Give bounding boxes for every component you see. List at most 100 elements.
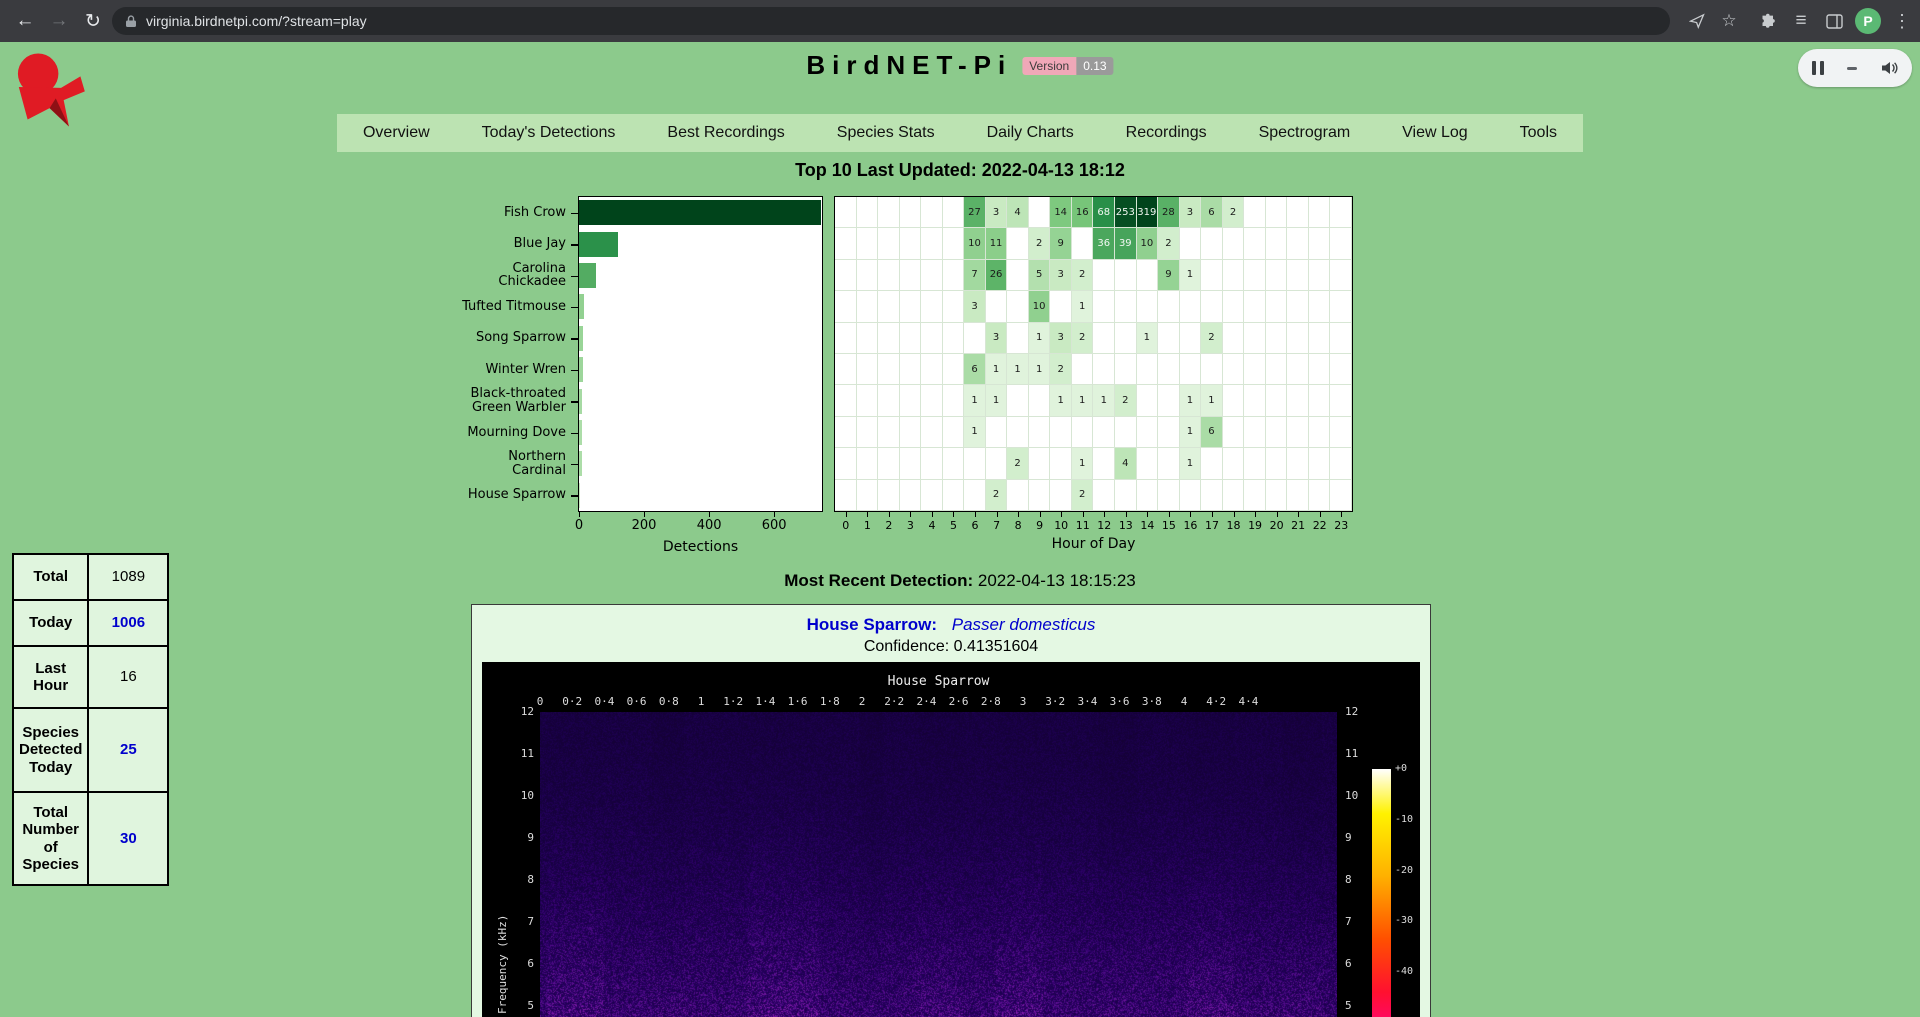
heatmap-cell	[1072, 228, 1094, 259]
extensions-icon[interactable]	[1756, 9, 1780, 33]
heatmap-cell	[900, 480, 922, 511]
spectrogram-freq-tick-right: 5	[1345, 999, 1352, 1012]
bar-tufted-titmouse	[579, 294, 584, 319]
volume-icon[interactable]	[1880, 60, 1898, 76]
nav-item-species-stats[interactable]: Species Stats	[831, 124, 941, 142]
heatmap-cell: 10	[1029, 291, 1051, 322]
nav-item-daily-charts[interactable]: Daily Charts	[981, 124, 1080, 142]
nav-item-overview[interactable]: Overview	[357, 124, 436, 142]
heatmap-cell	[1330, 354, 1352, 385]
hour-tick-mark	[1169, 512, 1170, 517]
species-label: House Sparrow	[340, 488, 566, 502]
heatmap-cell	[921, 448, 943, 479]
heatmap-cell	[1115, 417, 1137, 448]
nav-item-spectrogram[interactable]: Spectrogram	[1253, 124, 1357, 142]
heatmap-cell	[1266, 448, 1288, 479]
hour-tick-mark	[1147, 512, 1148, 517]
audio-player[interactable]	[1798, 49, 1912, 87]
stats-value[interactable]: 30	[88, 792, 168, 885]
spectrogram-freq-tick-left: 12	[490, 705, 534, 718]
heatmap-cell: 2	[1007, 448, 1029, 479]
y-tick-mark	[571, 307, 578, 309]
heatmap-cell	[835, 197, 857, 228]
heatmap-cell	[1287, 197, 1309, 228]
hour-axis-label: Hour of Day	[834, 536, 1353, 552]
heatmap-cell	[1244, 385, 1266, 416]
side-panel-icon[interactable]	[1822, 9, 1846, 33]
hour-tick-mark	[1126, 512, 1127, 517]
pause-icon[interactable]	[1812, 61, 1824, 75]
stats-label: Species Detected Today	[13, 708, 88, 792]
heatmap-cell	[1115, 480, 1137, 511]
heatmap-cell	[1309, 291, 1331, 322]
hour-tick-label: 0	[842, 519, 849, 532]
hour-tick-mark	[1234, 512, 1235, 517]
species-scientific-name-link[interactable]: Passer domesticus	[952, 615, 1096, 634]
hour-tick-mark	[932, 512, 933, 517]
heatmap-cell: 28	[1158, 197, 1180, 228]
hour-tick-label: 5	[950, 519, 957, 532]
menu-dots-icon[interactable]: ⋮	[1890, 9, 1914, 33]
heatmap-cell	[835, 385, 857, 416]
bookmark-star-icon[interactable]: ☆	[1717, 9, 1741, 33]
reload-icon[interactable]: ↻	[78, 6, 108, 36]
heatmap-cell	[1180, 228, 1202, 259]
spectrogram-time-tick: 3·8	[1142, 695, 1162, 708]
nav-item-today-s-detections[interactable]: Today's Detections	[476, 124, 622, 142]
recent-value: 2022-04-13 18:15:23	[978, 571, 1136, 590]
colorbar-label: -40	[1395, 966, 1413, 977]
hour-tick-label: 14	[1140, 519, 1154, 532]
heatmap-cell	[1158, 354, 1180, 385]
spectrogram-canvas	[540, 712, 1337, 1017]
hour-tick-mark	[889, 512, 890, 517]
hour-tick-label: 8	[1015, 519, 1022, 532]
heatmap-cell	[1266, 228, 1288, 259]
stats-value: 16	[88, 646, 168, 708]
back-icon[interactable]: ←	[10, 6, 40, 36]
hour-tick-label: 10	[1054, 519, 1068, 532]
bar-winter-wren	[579, 357, 583, 382]
heatmap-cell	[1029, 448, 1051, 479]
nav-item-tools[interactable]: Tools	[1514, 124, 1563, 142]
heatmap-cell	[1309, 417, 1331, 448]
reading-list-icon[interactable]: ≡	[1789, 9, 1813, 33]
bar-blue-jay	[579, 232, 618, 257]
nav-item-view-log[interactable]: View Log	[1396, 124, 1474, 142]
heatmap-cell	[835, 323, 857, 354]
seek-dash-icon[interactable]	[1847, 67, 1857, 70]
spectrogram-time-tick: 1·8	[820, 695, 840, 708]
heatmap-cell	[964, 323, 986, 354]
bar-house-sparrow	[579, 483, 580, 508]
heatmap-cell	[943, 260, 965, 291]
stats-value[interactable]: 1006	[88, 600, 168, 646]
nav-item-best-recordings[interactable]: Best Recordings	[661, 124, 790, 142]
heatmap-cell	[1180, 291, 1202, 322]
address-bar[interactable]: virginia.birdnetpi.com/?stream=play	[112, 7, 1670, 35]
stats-value[interactable]: 25	[88, 708, 168, 792]
heatmap-cell	[1287, 354, 1309, 385]
heatmap-cell	[900, 417, 922, 448]
spectrogram-time-tick: 1·6	[788, 695, 808, 708]
x-tick-mark	[644, 512, 645, 517]
heatmap-cell	[857, 228, 879, 259]
nav-item-recordings[interactable]: Recordings	[1120, 124, 1213, 142]
heatmap-cell: 4	[1007, 197, 1029, 228]
send-icon[interactable]	[1685, 9, 1709, 33]
heatmap-cell	[1244, 448, 1266, 479]
heatmap-cell	[1093, 323, 1115, 354]
heatmap-cell: 3	[986, 323, 1008, 354]
heatmap-cell	[1072, 417, 1094, 448]
hour-tick-mark	[1212, 512, 1213, 517]
heatmap-cell: 3	[1180, 197, 1202, 228]
species-common-name-link[interactable]: House Sparrow:	[807, 615, 937, 634]
heatmap-cell: 3	[964, 291, 986, 322]
heatmap-cell	[878, 480, 900, 511]
forward-icon[interactable]: →	[44, 6, 74, 36]
heatmap-cell	[1287, 323, 1309, 354]
heatmap-cell	[986, 448, 1008, 479]
heatmap-cell: 1	[1072, 291, 1094, 322]
heatmap-cell	[1158, 417, 1180, 448]
profile-avatar[interactable]: P	[1855, 8, 1881, 34]
stats-label: Total Number of Species	[13, 792, 88, 885]
heatmap-cell: 2	[1201, 323, 1223, 354]
